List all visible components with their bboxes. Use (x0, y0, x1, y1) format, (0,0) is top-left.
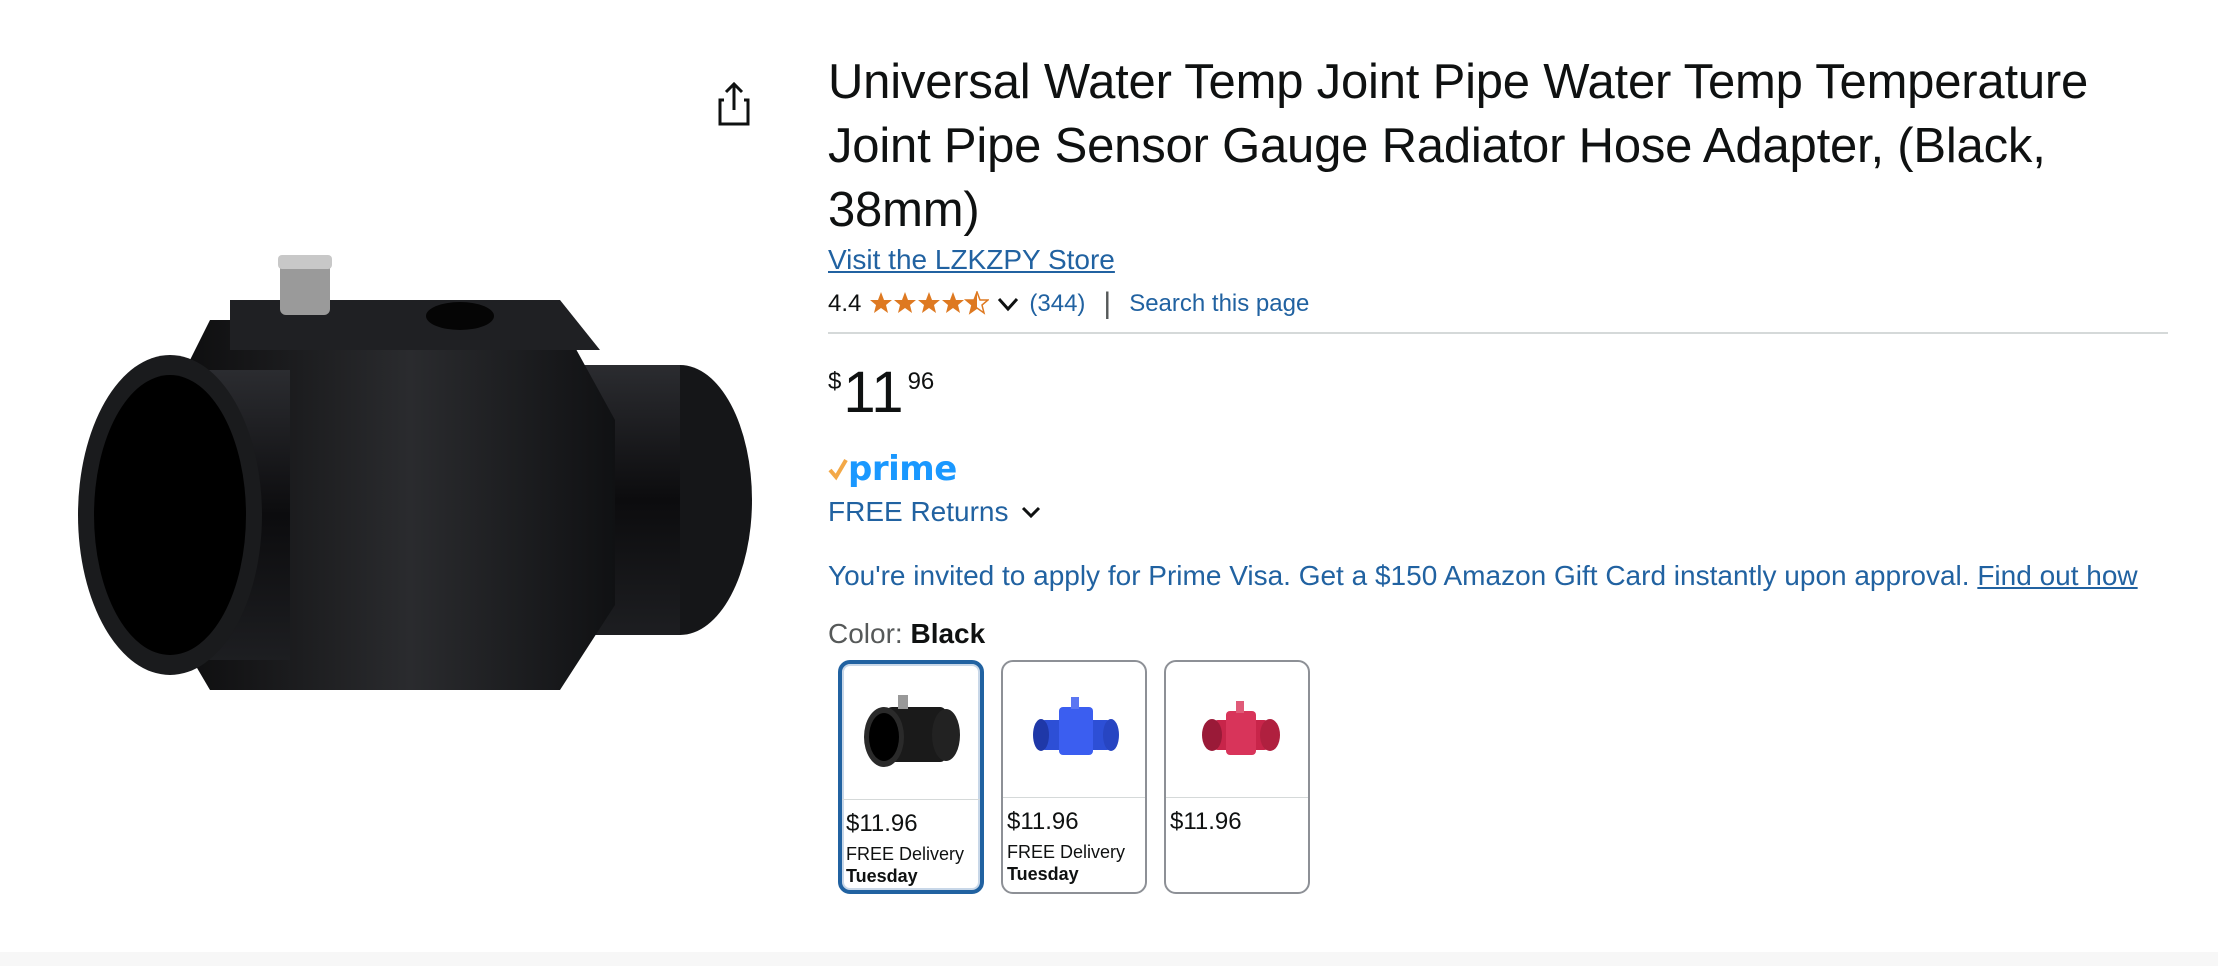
divider (828, 332, 2168, 334)
price: $ 11 96 (828, 364, 2168, 424)
share-icon[interactable] (714, 80, 754, 130)
star-rating[interactable] (869, 291, 1021, 317)
find-out-how-link[interactable]: Find out how (1977, 560, 2137, 591)
color-value: Black (910, 618, 986, 649)
rating-row: 4.4 (344) | Search this page (828, 284, 2168, 324)
swatch-thumbnail (1003, 662, 1145, 798)
color-selector-label: Color: Black (828, 618, 2168, 650)
check-icon (828, 458, 848, 481)
swatch-black[interactable]: $11.96 FREE Delivery Tuesday (838, 660, 984, 894)
star-icon (894, 292, 917, 313)
star-icon (942, 292, 965, 313)
product-title: Universal Water Temp Joint Pipe Water Te… (828, 55, 2089, 237)
free-returns-toggle[interactable]: FREE Returns (828, 496, 2168, 528)
product-main-image[interactable] (40, 240, 760, 800)
color-swatches: $11.96 FREE Delivery Tuesday $11.96 FREE… (838, 660, 2168, 894)
swatch-price: $11.96 (846, 810, 918, 837)
product-info-panel: Universal Water Temp Joint Pipe Water Te… (828, 50, 2168, 894)
swatch-price: $11.96 (1007, 808, 1079, 835)
prime-label: prime (848, 449, 957, 489)
swatch-price: $11.96 (1170, 808, 1242, 835)
prime-visa-offer: You're invited to apply for Prime Visa. … (828, 556, 2168, 596)
price-whole: 11 (843, 360, 904, 425)
review-count-link[interactable]: (344) (1029, 290, 1085, 318)
prime-badge[interactable]: prime (828, 449, 2168, 489)
swatch-blue[interactable]: $11.96 FREE Delivery Tuesday (1001, 660, 1147, 894)
swatch-thumbnail (1166, 662, 1308, 798)
search-this-page-link[interactable]: Search this page (1129, 290, 1309, 318)
swatch-red[interactable]: $11.96 (1164, 660, 1310, 894)
chevron-down-icon (998, 297, 1019, 312)
color-label: Color: (828, 618, 911, 649)
bottom-strip (0, 952, 2218, 966)
swatch-delivery-day: Tuesday (846, 866, 918, 886)
rating-value: 4.4 (828, 290, 862, 317)
price-fraction: 96 (907, 368, 935, 395)
free-returns-label: FREE Returns (828, 496, 1009, 527)
chevron-down-icon (1021, 506, 1040, 519)
swatch-thumbnail (842, 664, 980, 800)
price-symbol: $ (828, 368, 842, 395)
star-icon (918, 292, 941, 313)
swatch-delivery: FREE Delivery (846, 844, 965, 864)
swatch-delivery: FREE Delivery (1007, 842, 1126, 862)
store-link[interactable]: Visit the LZKZPY Store (828, 244, 1115, 276)
separator: | (1103, 287, 1112, 320)
star-icon (870, 292, 893, 313)
visa-offer-text: You're invited to apply for Prime Visa. … (828, 560, 1978, 591)
swatch-delivery-day: Tuesday (1007, 864, 1079, 884)
